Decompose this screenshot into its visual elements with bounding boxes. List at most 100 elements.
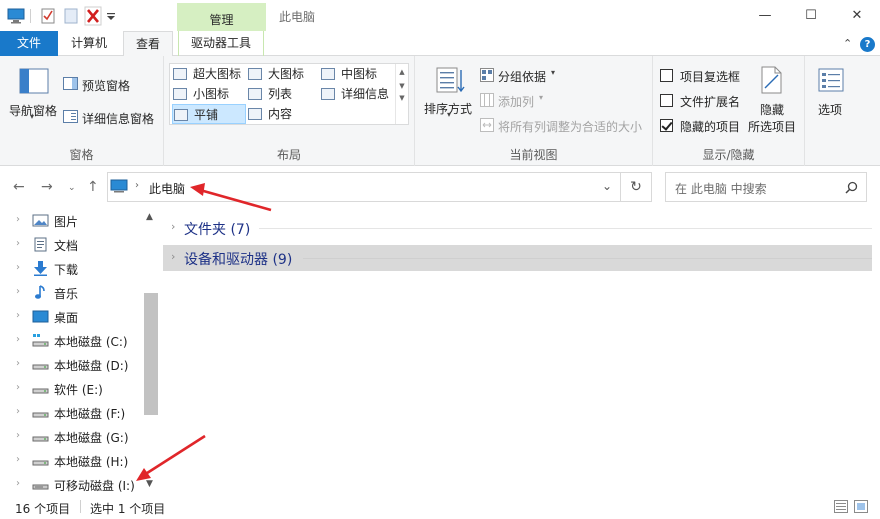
- hide-selected-line2[interactable]: 所选项目: [748, 118, 796, 135]
- options-button[interactable]: 选项: [818, 101, 842, 118]
- hidden-items-label[interactable]: 隐藏的项目: [680, 118, 740, 135]
- nav-item-desktop[interactable]: › 桌面: [0, 305, 143, 329]
- expand-chevron-icon[interactable]: ›: [16, 382, 20, 393]
- new-folder-icon[interactable]: [63, 6, 79, 26]
- up-icon[interactable]: ↑: [87, 179, 99, 195]
- search-input[interactable]: 在 此电脑 中搜索: [675, 180, 767, 197]
- nav-pane-scrollbar[interactable]: ▲ ▼: [143, 209, 159, 495]
- nav-item-drive-e[interactable]: › 软件 (E:): [0, 377, 143, 401]
- add-columns-button[interactable]: 添加列: [498, 93, 534, 110]
- file-extensions-checkbox[interactable]: [660, 94, 673, 107]
- expand-chevron-icon[interactable]: ›: [16, 262, 20, 273]
- tab-drive-tools[interactable]: 驱动器工具: [178, 31, 264, 56]
- maximize-button[interactable]: ☐: [788, 0, 834, 31]
- group-header-devices[interactable]: › 设备和驱动器 (9): [163, 245, 872, 271]
- nav-item-drive-f[interactable]: › 本地磁盘 (F:): [0, 401, 143, 425]
- nav-item-drive-g[interactable]: › 本地磁盘 (G:): [0, 425, 143, 449]
- layout-medium-icons[interactable]: 中图标: [321, 64, 377, 84]
- gallery-scroll-down-icon[interactable]: ▼: [396, 82, 408, 90]
- nav-item-downloads[interactable]: › 下载: [0, 257, 143, 281]
- properties-icon[interactable]: [40, 6, 56, 26]
- nav-item-drive-h[interactable]: › 本地磁盘 (H:): [0, 449, 143, 473]
- layout-extra-large-icons[interactable]: 超大图标: [173, 64, 241, 84]
- status-separator: [80, 500, 81, 513]
- large-icons-view-icon[interactable]: [854, 500, 868, 513]
- nav-item-label: 下载: [54, 263, 79, 277]
- scroll-down-icon[interactable]: ▼: [146, 479, 153, 489]
- expand-chevron-icon[interactable]: ›: [16, 478, 20, 489]
- collapse-ribbon-icon[interactable]: ⌃: [843, 37, 852, 50]
- hide-selected-items-icon[interactable]: [759, 66, 783, 94]
- sort-by-icon[interactable]: [435, 66, 465, 94]
- preview-pane-button[interactable]: 预览窗格: [82, 77, 130, 94]
- nav-item-music[interactable]: › 音乐: [0, 281, 143, 305]
- group-expand-chevron-icon[interactable]: ›: [171, 250, 175, 263]
- layout-tiles[interactable]: 平铺: [172, 104, 246, 124]
- fit-columns-button[interactable]: 将所有列调整为合适的大小: [498, 118, 642, 135]
- sort-by-dropdown-icon[interactable]: ▾: [447, 110, 451, 119]
- this-pc-icon: [110, 179, 128, 193]
- expand-chevron-icon[interactable]: ›: [16, 430, 20, 441]
- group-by-dropdown-icon[interactable]: ▾: [551, 68, 555, 77]
- extra-large-icons-icon: [173, 68, 187, 80]
- expand-chevron-icon[interactable]: ›: [16, 454, 20, 465]
- close-button[interactable]: ✕: [834, 0, 880, 31]
- tab-file[interactable]: 文件: [0, 31, 58, 56]
- layout-list[interactable]: 列表: [248, 84, 292, 104]
- nav-item-drive-i[interactable]: › 可移动磁盘 (I:): [0, 473, 143, 497]
- recent-locations-icon[interactable]: ⌄: [68, 183, 76, 193]
- search-icon[interactable]: [845, 181, 858, 194]
- expand-chevron-icon[interactable]: ›: [16, 238, 20, 249]
- details-view-icon[interactable]: [834, 500, 848, 513]
- options-icon[interactable]: [818, 68, 844, 92]
- layout-gallery-scroll[interactable]: ▲ ▼ ▼: [395, 64, 408, 124]
- layout-large-icons[interactable]: 大图标: [248, 64, 304, 84]
- navigation-pane-dropdown-icon[interactable]: ▾: [30, 112, 34, 121]
- scroll-up-icon[interactable]: ▲: [146, 212, 153, 222]
- hidden-items-checkbox[interactable]: [660, 119, 673, 132]
- minimize-button[interactable]: —: [742, 0, 788, 31]
- gallery-scroll-up-icon[interactable]: ▲: [396, 68, 408, 76]
- item-checkboxes-label[interactable]: 项目复选框: [680, 68, 740, 85]
- expand-chevron-icon[interactable]: ›: [16, 214, 20, 225]
- navigation-pane-icon[interactable]: [19, 68, 49, 94]
- nav-item-drive-d[interactable]: › 本地磁盘 (D:): [0, 353, 143, 377]
- hide-selected-line1[interactable]: 隐藏: [760, 101, 784, 118]
- group-header-folders[interactable]: › 文件夹 (7): [163, 215, 872, 241]
- current-view-group-label: 当前视图: [509, 148, 558, 162]
- search-box[interactable]: 在 此电脑 中搜索: [665, 172, 867, 202]
- expand-chevron-icon[interactable]: ›: [16, 286, 20, 297]
- layout-small-icons[interactable]: 小图标: [173, 84, 229, 104]
- expand-chevron-icon[interactable]: ›: [16, 310, 20, 321]
- this-pc-icon[interactable]: [7, 6, 25, 26]
- nav-item-documents[interactable]: › 文档: [0, 233, 143, 257]
- nav-item-pictures[interactable]: › 图片: [0, 209, 143, 233]
- add-columns-dropdown-icon[interactable]: ▾: [539, 93, 543, 102]
- scrollbar-thumb[interactable]: [144, 293, 158, 415]
- delete-icon[interactable]: [84, 6, 102, 26]
- group-expand-chevron-icon[interactable]: ›: [171, 220, 175, 233]
- nav-item-drive-c[interactable]: › 本地磁盘 (C:): [0, 329, 143, 353]
- layout-details[interactable]: 详细信息: [321, 84, 389, 104]
- group-by-button[interactable]: 分组依据: [498, 68, 546, 85]
- tab-view[interactable]: 查看: [123, 31, 173, 57]
- breadcrumb-chevron-icon[interactable]: ›: [135, 180, 139, 191]
- address-history-dropdown-icon[interactable]: ⌄: [602, 179, 612, 193]
- manage-contextual-tab[interactable]: 管理: [177, 3, 266, 31]
- expand-chevron-icon[interactable]: ›: [16, 334, 20, 345]
- help-icon[interactable]: ?: [860, 37, 875, 52]
- back-icon[interactable]: ←: [13, 179, 25, 195]
- details-pane-button[interactable]: 详细信息窗格: [82, 110, 154, 127]
- customize-toolbar-dropdown-icon[interactable]: [106, 6, 116, 26]
- item-checkboxes-checkbox[interactable]: [660, 69, 673, 82]
- refresh-button[interactable]: ↻: [621, 172, 652, 202]
- gallery-expand-icon[interactable]: ▼: [396, 94, 408, 102]
- breadcrumb-this-pc[interactable]: 此电脑: [149, 180, 185, 197]
- address-bar[interactable]: › 此电脑 ⌄: [107, 172, 621, 202]
- forward-icon[interactable]: →: [41, 179, 53, 195]
- layout-content[interactable]: 内容: [248, 104, 292, 124]
- file-extensions-label[interactable]: 文件扩展名: [680, 93, 740, 110]
- expand-chevron-icon[interactable]: ›: [16, 406, 20, 417]
- tab-computer[interactable]: 计算机: [60, 31, 118, 56]
- expand-chevron-icon[interactable]: ›: [16, 358, 20, 369]
